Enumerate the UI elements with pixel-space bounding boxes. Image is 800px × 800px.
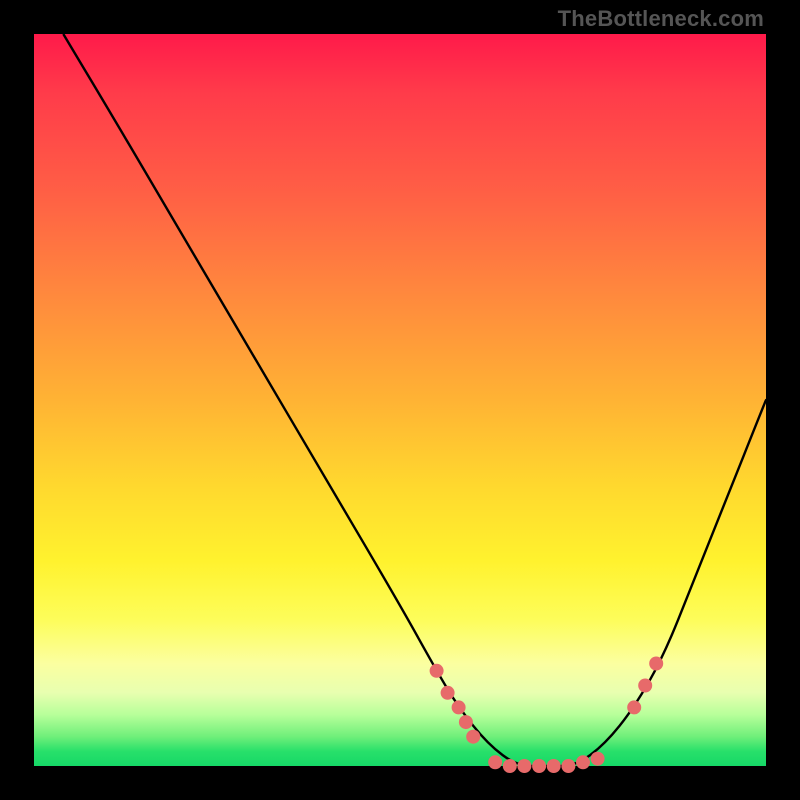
data-marker (466, 730, 480, 744)
curve-svg (34, 34, 766, 766)
data-marker (488, 755, 502, 769)
data-marker (441, 686, 455, 700)
bottleneck-curve (63, 34, 766, 766)
data-marker (430, 664, 444, 678)
data-marker (452, 700, 466, 714)
data-marker (547, 759, 561, 773)
data-marker (638, 679, 652, 693)
data-marker (459, 715, 473, 729)
watermark-text: TheBottleneck.com (558, 6, 764, 32)
data-marker (561, 759, 575, 773)
plot-area (34, 34, 766, 766)
data-marker (517, 759, 531, 773)
data-marker (649, 657, 663, 671)
chart-frame: TheBottleneck.com (0, 0, 800, 800)
data-marker (503, 759, 517, 773)
data-marker (591, 752, 605, 766)
data-marker (576, 755, 590, 769)
data-marker (532, 759, 546, 773)
data-marker (627, 700, 641, 714)
